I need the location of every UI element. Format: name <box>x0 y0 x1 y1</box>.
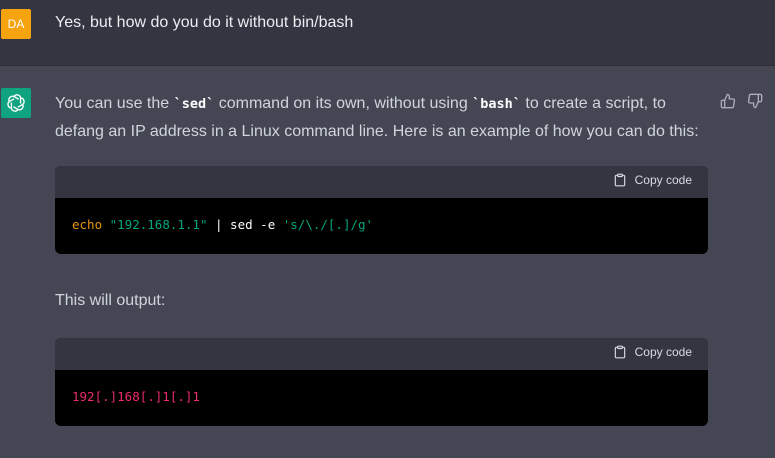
assistant-paragraph-2: This will output: <box>55 292 166 309</box>
code-block-command: Copy code echo "192.168.1.1" | sed -e 's… <box>55 166 708 254</box>
clipboard-icon <box>614 173 625 187</box>
code-block-header: Copy code <box>55 338 708 370</box>
openai-logo-icon <box>1 88 31 118</box>
code-output-line: 192[.]168[.]1[.]1 <box>72 389 200 404</box>
code-token-sed-expression: 's/\./[.]/g' <box>282 217 374 232</box>
assistant-paragraph-1: You can use the `sed` command on its own… <box>55 90 705 146</box>
user-message-text: Yes, but how do you do it without bin/ba… <box>55 14 354 31</box>
inline-code-bash: `bash` <box>472 96 521 112</box>
code-line: echo "192.168.1.1" | sed -e 's/\./[.]/g' <box>72 217 373 232</box>
code-block-body: 192[.]168[.]1[.]1 <box>55 370 708 426</box>
code-token-string: "192.168.1.1" <box>109 217 208 232</box>
paragraph-text: You can use the <box>55 95 174 112</box>
code-block-body: echo "192.168.1.1" | sed -e 's/\./[.]/g' <box>55 198 708 254</box>
code-token-pipe: | sed -e <box>207 217 283 232</box>
code-block-output: Copy code 192[.]168[.]1[.]1 <box>55 338 708 426</box>
copy-code-button[interactable]: Copy code <box>613 173 692 187</box>
thumbs-down-icon[interactable] <box>746 92 764 110</box>
user-avatar: DA <box>1 9 31 39</box>
code-token-command: echo <box>72 217 103 232</box>
inline-code-sed: `sed` <box>173 96 215 112</box>
paragraph-text: command on its own, without using <box>214 95 473 112</box>
thumbs-up-icon[interactable] <box>719 92 737 110</box>
clipboard-icon <box>614 345 625 359</box>
copy-code-button[interactable]: Copy code <box>613 345 692 359</box>
copy-code-label: Copy code <box>634 345 692 359</box>
code-block-header: Copy code <box>55 166 708 198</box>
assistant-message-row: You can use the `sed` command on its own… <box>0 66 775 458</box>
user-message-row: DA Yes, but how do you do it without bin… <box>0 0 775 66</box>
copy-code-label: Copy code <box>634 173 692 187</box>
